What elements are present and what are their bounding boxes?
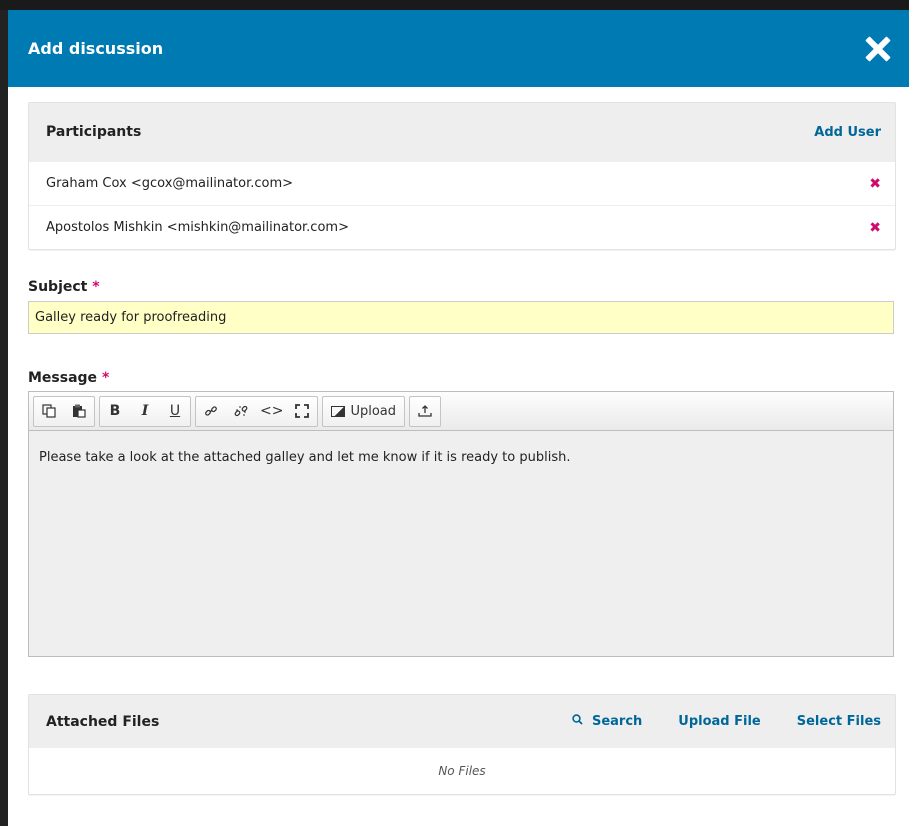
participant-name: Graham Cox <gcox@mailinator.com> [46, 176, 294, 191]
insert-file-icon[interactable] [410, 398, 440, 425]
attached-files-title: Attached Files [46, 713, 160, 730]
subject-label: Subject * [28, 279, 896, 295]
modal-title: Add discussion [28, 39, 164, 58]
upload-image-label: Upload [350, 403, 397, 419]
format-group: B I U [99, 395, 191, 427]
paste-icon[interactable] [64, 398, 94, 425]
link-icon[interactable] [196, 398, 226, 425]
attached-files-actions: Search Upload File Select Files [572, 714, 881, 729]
upload-image-button[interactable]: Upload [323, 398, 404, 425]
modal-header: Add discussion [8, 10, 909, 87]
editor-toolbar: B I U <> Upload [29, 392, 893, 431]
participants-header: Participants Add User [29, 103, 895, 161]
add-user-button[interactable]: Add User [814, 125, 881, 140]
attached-files-header: Attached Files Search Upload File Select… [29, 695, 895, 748]
bold-button[interactable]: B [100, 398, 130, 425]
unlink-icon[interactable] [226, 398, 256, 425]
search-files-label: Search [591, 714, 643, 729]
search-icon [572, 714, 584, 725]
upload-group: Upload [322, 395, 406, 427]
no-files-message: No Files [438, 764, 486, 778]
participant-row: Apostolos Mishkin <mishkin@mailinator.co… [29, 205, 895, 249]
fullscreen-icon[interactable] [287, 398, 317, 425]
message-label: Message * [28, 370, 896, 386]
required-marker: * [92, 279, 100, 295]
attached-files-panel: Attached Files Search Upload File Select… [28, 694, 896, 795]
close-icon[interactable] [865, 36, 891, 62]
participant-name: Apostolos Mishkin <mishkin@mailinator.co… [46, 220, 349, 235]
participant-row: Graham Cox <gcox@mailinator.com> ✖ [29, 161, 895, 205]
participants-panel: Participants Add User Graham Cox <gcox@m… [28, 102, 896, 250]
message-body[interactable]: Please take a look at the attached galle… [29, 431, 893, 485]
add-discussion-modal: Add discussion Participants Add User Gra… [8, 10, 909, 826]
remove-participant-icon[interactable]: ✖ [869, 220, 881, 236]
modal-body: Participants Add User Graham Cox <gcox@m… [8, 87, 909, 795]
italic-button[interactable]: I [130, 398, 160, 425]
subject-label-text: Subject [28, 279, 88, 295]
required-marker: * [101, 370, 110, 386]
link-group: <> [195, 395, 319, 427]
search-files-button[interactable]: Search [572, 714, 642, 729]
underline-button[interactable]: U [160, 398, 190, 425]
subject-input[interactable] [28, 301, 894, 334]
clipboard-group [33, 395, 95, 427]
top-strip [0, 0, 909, 10]
remove-participant-icon[interactable]: ✖ [869, 176, 881, 192]
insert-group [409, 395, 442, 427]
participants-title: Participants [46, 124, 142, 140]
select-files-button[interactable]: Select Files [797, 714, 881, 729]
code-button[interactable]: <> [256, 398, 287, 425]
image-icon [331, 405, 346, 417]
copy-icon[interactable] [34, 398, 64, 425]
message-editor: B I U <> Upload Please take a look at th… [28, 391, 894, 657]
message-label-text: Message [28, 370, 98, 386]
upload-file-button[interactable]: Upload File [678, 714, 760, 729]
